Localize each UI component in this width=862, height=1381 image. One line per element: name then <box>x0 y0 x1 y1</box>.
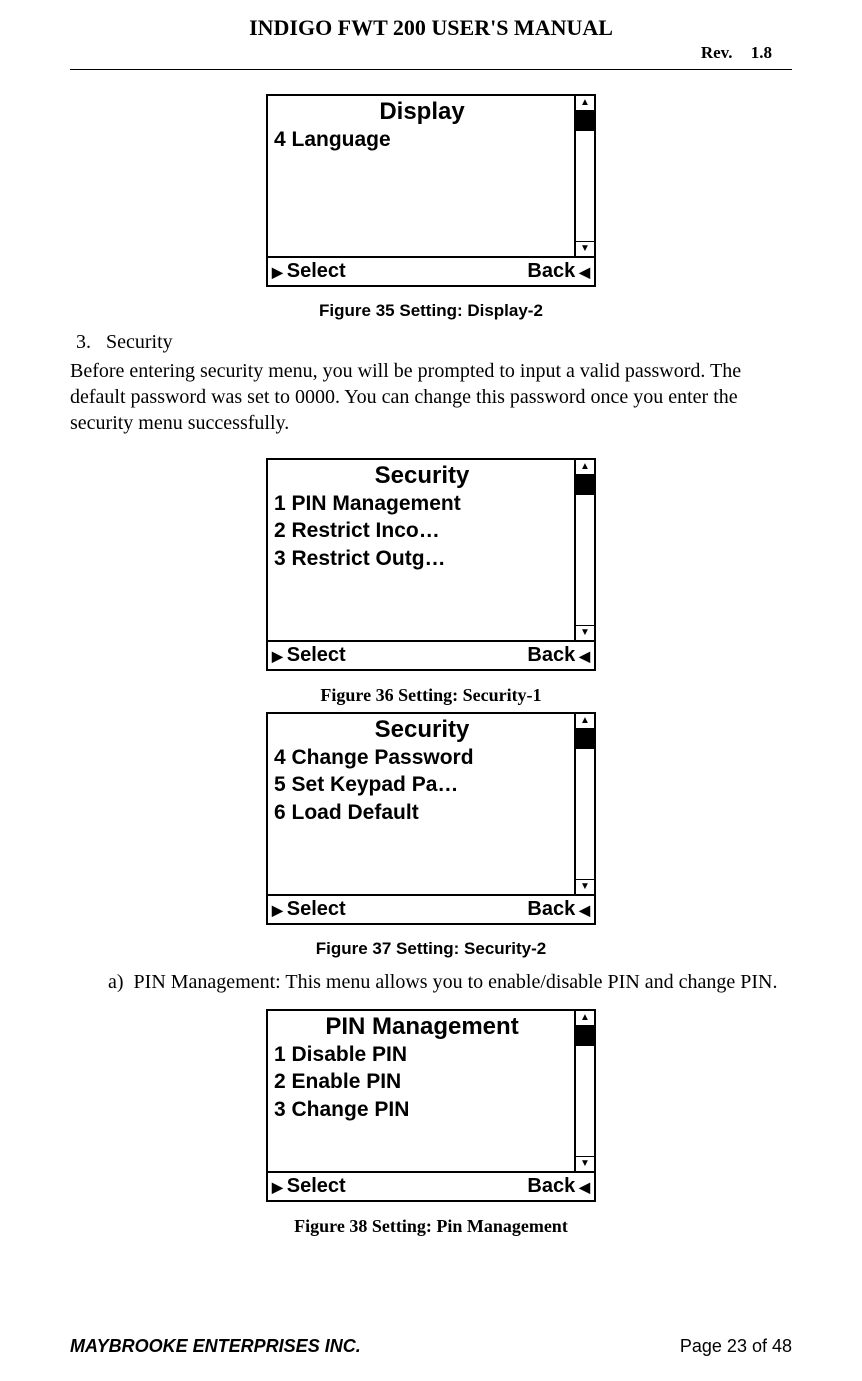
menu-item-disable-pin[interactable]: 1 Disable PIN <box>274 1041 570 1068</box>
select-label: Select <box>287 898 346 921</box>
scrollbar[interactable]: ▲ ▼ <box>574 96 594 256</box>
screen-body: Display 4 Language ▲ ▼ <box>268 96 594 258</box>
rev-label: Rev. <box>701 43 733 62</box>
section-3-body: Before entering security menu, you will … <box>70 358 792 436</box>
triangle-left-icon: ◀ <box>579 1180 590 1194</box>
triangle-right-icon: ▶ <box>272 1180 283 1194</box>
back-label: Back <box>527 898 575 921</box>
menu-item-set-keypad[interactable]: 5 Set Keypad Pa… <box>274 771 570 798</box>
softkey-row: ▶ Select Back ◀ <box>268 258 594 285</box>
screen-title: PIN Management <box>274 1013 570 1041</box>
triangle-left-icon: ◀ <box>579 649 590 663</box>
item-a-text: PIN Management: This menu allows you to … <box>134 971 778 993</box>
scroll-track <box>576 749 594 879</box>
scroll-down-icon[interactable]: ▼ <box>576 241 594 256</box>
phone-screen-pin-management: PIN Management 1 Disable PIN 2 Enable PI… <box>266 1009 596 1202</box>
softkey-row: ▶ Select Back ◀ <box>268 642 594 669</box>
footer-company: MAYBROOKE ENTERPRISES INC. <box>70 1336 361 1357</box>
softkey-back[interactable]: Back ◀ <box>527 644 590 667</box>
scroll-up-icon[interactable]: ▲ <box>576 1011 594 1026</box>
footer-page-number: Page 23 of 48 <box>680 1336 792 1357</box>
scroll-track <box>576 495 594 625</box>
scroll-down-icon[interactable]: ▼ <box>576 1156 594 1171</box>
scroll-up-icon[interactable]: ▲ <box>576 714 594 729</box>
softkey-back[interactable]: Back ◀ <box>527 1175 590 1198</box>
figure-36-caption: Figure 36 Setting: Security-1 <box>70 685 792 706</box>
screen-content: Security 4 Change Password 5 Set Keypad … <box>268 714 574 894</box>
screen-title: Security <box>274 716 570 744</box>
figure-37-caption: Figure 37 Setting: Security-2 <box>70 939 792 959</box>
figure-38-caption: Figure 38 Setting: Pin Management <box>70 1216 792 1237</box>
item-a: a) PIN Management: This menu allows you … <box>108 969 792 995</box>
scroll-track <box>576 1046 594 1156</box>
screen-content: Display 4 Language <box>268 96 574 256</box>
screen-body: PIN Management 1 Disable PIN 2 Enable PI… <box>268 1011 594 1173</box>
section-number: 3. <box>76 331 91 353</box>
scroll-up-icon[interactable]: ▲ <box>576 96 594 111</box>
scrollbar[interactable]: ▲ ▼ <box>574 714 594 894</box>
select-label: Select <box>287 1175 346 1198</box>
scrollbar[interactable]: ▲ ▼ <box>574 460 594 640</box>
scrollbar[interactable]: ▲ ▼ <box>574 1011 594 1171</box>
menu-item-pin-management[interactable]: 1 PIN Management <box>274 490 570 517</box>
scroll-thumb[interactable] <box>576 475 594 495</box>
page-footer: MAYBROOKE ENTERPRISES INC. Page 23 of 48 <box>70 1336 792 1357</box>
scroll-thumb[interactable] <box>576 729 594 749</box>
rev-value: 1.8 <box>737 43 772 62</box>
select-label: Select <box>287 260 346 283</box>
scroll-up-icon[interactable]: ▲ <box>576 460 594 475</box>
softkey-row: ▶ Select Back ◀ <box>268 1173 594 1200</box>
phone-screen-display: Display 4 Language ▲ ▼ ▶ Select Back ◀ <box>266 94 596 287</box>
select-label: Select <box>287 644 346 667</box>
phone-screen-security-1: Security 1 PIN Management 2 Restrict Inc… <box>266 458 596 671</box>
menu-item-enable-pin[interactable]: 2 Enable PIN <box>274 1068 570 1095</box>
menu-item-load-default[interactable]: 6 Load Default <box>274 799 570 826</box>
menu-item-language[interactable]: 4 Language <box>274 126 570 153</box>
menu-item-change-pin[interactable]: 3 Change PIN <box>274 1096 570 1123</box>
scroll-down-icon[interactable]: ▼ <box>576 879 594 894</box>
softkey-row: ▶ Select Back ◀ <box>268 896 594 923</box>
screen-title: Security <box>274 462 570 490</box>
figure-35-caption: Figure 35 Setting: Display-2 <box>70 301 792 321</box>
revision-line: Rev. 1.8 <box>70 43 792 63</box>
softkey-select[interactable]: ▶ Select <box>272 644 346 667</box>
softkey-back[interactable]: Back ◀ <box>527 898 590 921</box>
scroll-thumb[interactable] <box>576 111 594 131</box>
menu-item-restrict-incoming[interactable]: 2 Restrict Inco… <box>274 517 570 544</box>
section-3-heading: 3. Security <box>76 331 792 354</box>
header-divider <box>70 69 792 70</box>
back-label: Back <box>527 1175 575 1198</box>
screen-body: Security 1 PIN Management 2 Restrict Inc… <box>268 460 594 642</box>
item-a-marker: a) <box>108 971 124 993</box>
scroll-track <box>576 131 594 241</box>
softkey-select[interactable]: ▶ Select <box>272 260 346 283</box>
back-label: Back <box>527 644 575 667</box>
triangle-right-icon: ▶ <box>272 649 283 663</box>
phone-screen-security-2: Security 4 Change Password 5 Set Keypad … <box>266 712 596 925</box>
menu-item-restrict-outgoing[interactable]: 3 Restrict Outg… <box>274 545 570 572</box>
softkey-select[interactable]: ▶ Select <box>272 898 346 921</box>
triangle-left-icon: ◀ <box>579 903 590 917</box>
scroll-thumb[interactable] <box>576 1026 594 1046</box>
screen-body: Security 4 Change Password 5 Set Keypad … <box>268 714 594 896</box>
softkey-back[interactable]: Back ◀ <box>527 260 590 283</box>
triangle-right-icon: ▶ <box>272 903 283 917</box>
section-label: Security <box>106 331 173 353</box>
screen-content: PIN Management 1 Disable PIN 2 Enable PI… <box>268 1011 574 1171</box>
softkey-select[interactable]: ▶ Select <box>272 1175 346 1198</box>
screen-content: Security 1 PIN Management 2 Restrict Inc… <box>268 460 574 640</box>
scroll-down-icon[interactable]: ▼ <box>576 625 594 640</box>
triangle-right-icon: ▶ <box>272 265 283 279</box>
page: INDIGO FWT 200 USER'S MANUAL Rev. 1.8 Di… <box>0 0 862 1381</box>
screen-title: Display <box>274 98 570 126</box>
menu-item-change-password[interactable]: 4 Change Password <box>274 744 570 771</box>
doc-title: INDIGO FWT 200 USER'S MANUAL <box>70 15 792 41</box>
triangle-left-icon: ◀ <box>579 265 590 279</box>
back-label: Back <box>527 260 575 283</box>
